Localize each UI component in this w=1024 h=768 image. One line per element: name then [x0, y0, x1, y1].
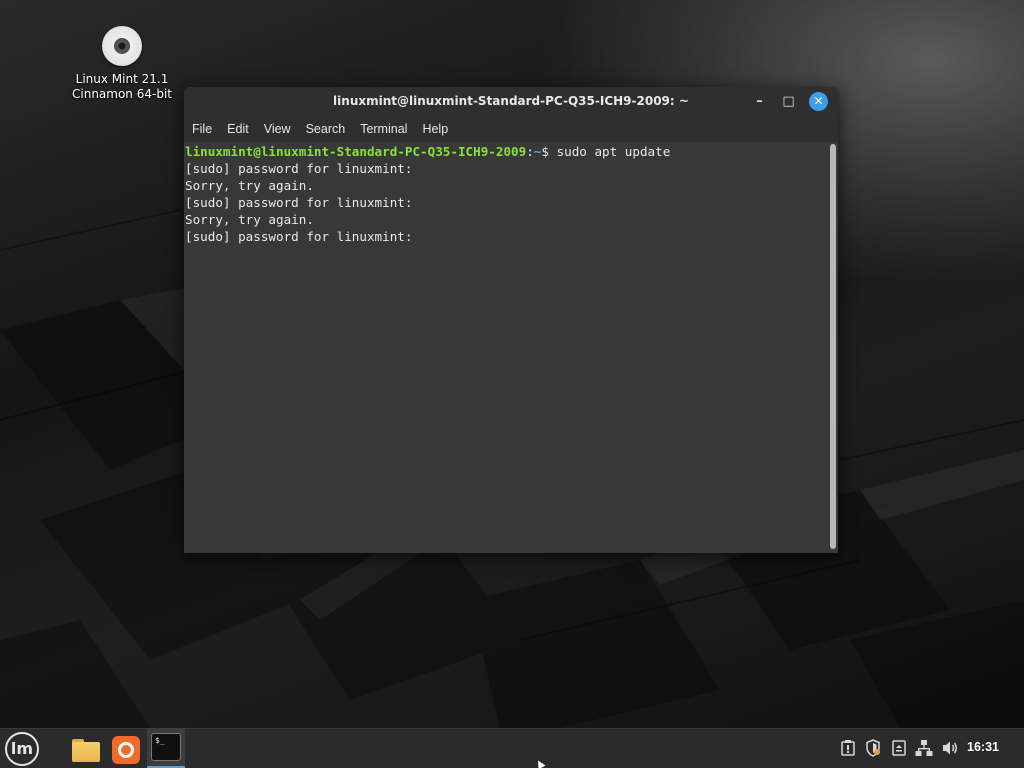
terminal-output[interactable]: linuxmint@linuxmint-Standard-PC-Q35-ICH9…	[184, 142, 828, 553]
mint-menu-icon[interactable]: lm	[5, 732, 39, 766]
desktop-icon-computer[interactable]: Linux Mint 21.1 Cinnamon 64-bit	[62, 24, 182, 102]
network-icon[interactable]	[914, 739, 934, 764]
clock[interactable]: 16:31	[967, 740, 999, 754]
output-line: [sudo] password for linuxmint:	[185, 195, 413, 210]
menu-file[interactable]: File	[192, 122, 212, 136]
prompt-line: linuxmint@linuxmint-Standard-PC-Q35-ICH9…	[184, 143, 828, 160]
menu-search[interactable]: Search	[306, 122, 346, 136]
prompt-command: sudo apt update	[556, 144, 671, 159]
notes-icon[interactable]	[889, 739, 909, 764]
minimize-button[interactable]: –	[750, 92, 769, 111]
taskbar-terminal-button[interactable]: $_	[147, 729, 185, 768]
prompt-separator: :	[526, 144, 534, 159]
desktop-icon-label-line1: Linux Mint 21.1	[75, 72, 169, 86]
window-title: linuxmint@linuxmint-Standard-PC-Q35-ICH9…	[333, 94, 689, 108]
output-line: Sorry, try again.	[185, 212, 314, 227]
menu-view[interactable]: View	[264, 122, 291, 136]
prompt-user: linuxmint@linuxmint-Standard-PC-Q35-ICH9…	[185, 144, 527, 159]
output-line: [sudo] password for linuxmint:	[185, 161, 413, 176]
firefox-launcher-icon[interactable]	[110, 733, 142, 765]
desktop-icon-label-line2: Cinnamon 64-bit	[72, 87, 172, 101]
prompt-symbol: $	[541, 144, 557, 159]
output-line: Sorry, try again.	[185, 178, 314, 193]
window-titlebar[interactable]: linuxmint@linuxmint-Standard-PC-Q35-ICH9…	[184, 87, 838, 116]
menu-terminal[interactable]: Terminal	[360, 122, 407, 136]
taskbar: lm $_ 16:31	[0, 728, 1024, 768]
terminal-window[interactable]: linuxmint@linuxmint-Standard-PC-Q35-ICH9…	[184, 87, 838, 553]
menu-help[interactable]: Help	[422, 122, 448, 136]
update-manager-icon[interactable]	[838, 739, 858, 764]
terminal-scrollbar[interactable]	[830, 144, 836, 549]
shield-icon[interactable]	[863, 739, 883, 764]
menu-bar: File Edit View Search Terminal Help	[184, 116, 838, 142]
menu-edit[interactable]: Edit	[227, 122, 249, 136]
disc-icon	[102, 26, 142, 66]
output-line: [sudo] password for linuxmint:	[185, 229, 413, 244]
volume-icon[interactable]	[940, 739, 960, 764]
close-button[interactable]: ✕	[809, 92, 828, 111]
terminal-app-icon: $_	[151, 733, 181, 761]
files-launcher-icon[interactable]	[70, 733, 102, 765]
maximize-button[interactable]: □	[779, 92, 798, 111]
